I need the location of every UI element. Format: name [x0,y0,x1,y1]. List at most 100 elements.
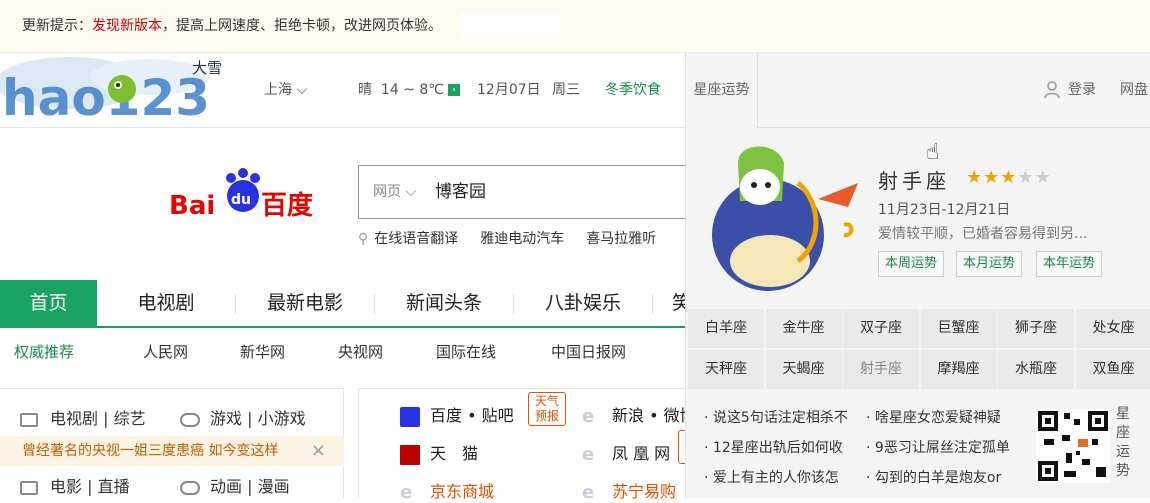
zodiac-sign-12[interactable]: 双鱼座 [1076,350,1150,389]
hao123-logo[interactable]: hao123 大雪 [0,53,240,125]
star-icon: ★ [983,167,1000,188]
star-icon: ★ [1035,167,1052,188]
week-fortune-button[interactable]: 本周运势 [878,251,944,277]
fortune-link-3[interactable]: · 爱上有主的人你该怎 [704,467,839,487]
fortune-link-2[interactable]: · 12星座出轨后如何收 [704,437,843,457]
zodiac-sign-9[interactable]: 射手座 [843,350,919,389]
shirt-icon [180,481,200,495]
winter-diet-link[interactable]: 冬季饮食 [605,53,661,127]
tab-gossip[interactable]: 八卦娱乐 [514,280,652,326]
qr-label: 星座运势 [1116,405,1136,481]
zodiac-sign-1[interactable]: 白羊座 [688,309,764,348]
zodiac-sign-7[interactable]: 天秤座 [688,350,764,389]
weather-widget[interactable]: 晴 14 ~ 8℃ › [358,53,460,127]
sagittarius-mascot [698,143,868,303]
list-item[interactable]: 电影 | 直播 [20,473,130,497]
notice-blank-box [460,13,560,39]
ie-icon: e [582,408,602,426]
site-sina[interactable]: e新浪 • 微博 [582,402,696,426]
search-type-selector[interactable]: 网页 ⌵ [373,166,416,218]
tab-tv[interactable]: 电视剧 [97,280,235,326]
fortune-link-5[interactable]: · 9恶习让屌丝注定孤单 [866,437,1010,457]
authority-label: 权威推荐 [14,330,74,374]
chevron-down-icon: ⌵ [296,82,307,98]
fortune-link-4[interactable]: · 啥星座女恋爱疑神疑 [866,407,1001,427]
hand-cursor-icon: ☝ [926,140,939,165]
fortune-link-1[interactable]: · 说这5句话注定相杀不 [704,407,848,427]
hot-search-3[interactable]: 喜马拉雅听 [586,231,656,247]
weather-temp: 14 ~ 8℃ [381,82,444,98]
auth-link-1[interactable]: 人民网 [143,330,188,374]
ie-icon: e [400,484,420,502]
zodiac-sign-10[interactable]: 摩羯座 [921,350,997,389]
svg-text:Bai: Bai [169,191,215,220]
date-label: 12月07日 [477,53,541,127]
snow-label: 大雪 [192,59,222,77]
auth-link-5[interactable]: 中国日报网 [551,330,626,374]
search-input[interactable]: 博客园 [435,166,486,218]
year-fortune-button[interactable]: 本年运势 [1036,251,1102,277]
weather-forecast-tag[interactable]: 天气预报 [528,392,566,426]
notice-prefix: 更新提示： [22,18,92,34]
search-icon: ⚲ [358,231,368,247]
zodiac-sign-2[interactable]: 金牛座 [766,309,842,348]
list-item[interactable]: 游戏 | 小游戏 [180,405,306,429]
netdisk-link[interactable]: 网盘 [1120,53,1148,127]
main-nav: 首页 电视剧 最新电影 新闻头条 八卦娱乐 笑 [0,280,690,328]
zodiac-desc[interactable]: 爱情较平顺，已婚者容易得到另... [878,223,1087,243]
ie-icon: e [582,446,602,464]
auth-link-3[interactable]: 央视网 [338,330,383,374]
list-item[interactable]: 电视剧 | 综艺 [20,405,146,429]
auth-link-2[interactable]: 新华网 [240,330,285,374]
zodiac-date: 11月23日-12月21日 [878,199,1010,219]
star-icon: ★ [1017,167,1034,188]
qr-code [1036,409,1110,483]
zodiac-panel: 星座运势 登录 网盘 射手座 ★★★★★ 11月23日-12月21日 爱情较平顺… [685,53,1150,498]
zodiac-sign-5[interactable]: 狮子座 [998,309,1074,348]
site-jd[interactable]: e京东商城 [400,478,494,502]
close-icon[interactable]: × [311,436,326,466]
site-baidu[interactable]: 百度 • 贴吧 [400,402,514,427]
zodiac-sign-6[interactable]: 处女座 [1076,309,1150,348]
fortune-link-6[interactable]: · 勾到的白羊是炮友or [866,467,1001,487]
zodiac-sign-8[interactable]: 天蝎座 [766,350,842,389]
tab-movies[interactable]: 最新电影 [236,280,374,326]
news-banner-text[interactable]: 曾经著名的央视一姐三度患癌 如今变这样 [22,443,278,459]
new-version-link[interactable]: 发现新版本 [92,18,162,34]
update-notice-bar: 更新提示：发现新版本，提高上网速度、拒绝卡顿，改进网页体验。 [0,0,1150,53]
hot-search-1[interactable]: 在线语音翻译 [374,231,458,247]
city-selector[interactable]: 上海 ⌵ [264,53,307,127]
news-banner[interactable]: 曾经著名的央视一姐三度患癌 如今变这样 × [0,436,344,466]
notice-suffix: ，提高上网速度、拒绝卡顿，改进网页体验。 [162,18,442,34]
tab-home[interactable]: 首页 [0,280,97,326]
baidu-logo[interactable]: Bai du 百度 [165,168,325,224]
hot-search-2[interactable]: 雅迪电动汽车 [480,231,564,247]
weather-condition: 晴 [358,82,372,98]
weather-arrow-icon[interactable]: › [448,84,460,96]
baidu-cn-text: 百度 [261,190,313,220]
zodiac-sign-11[interactable]: 水瓶座 [998,350,1074,389]
tab-zodiac[interactable]: 星座运势 [686,53,758,129]
zodiac-grid: 白羊座金牛座双子座巨蟹座狮子座处女座天秤座天蝎座射手座摩羯座水瓶座双鱼座 [686,309,1150,389]
hot-search-row: ⚲ 在线语音翻译 雅迪电动汽车 喜马拉雅听 [358,228,678,248]
month-fortune-button[interactable]: 本月运势 [956,251,1022,277]
authority-row: 权威推荐 人民网 新华网 央视网 国际在线 中国日报网 [0,330,690,374]
site-suning[interactable]: e苏宁易购 [582,478,676,502]
user-icon [1044,81,1060,99]
site-ifeng[interactable]: e凤 凰 网 [582,440,670,464]
zodiac-sign-3[interactable]: 双子座 [843,309,919,348]
ie-icon: e [582,484,602,502]
svg-text:du: du [231,192,251,208]
gamepad-icon [180,413,200,427]
login-button[interactable]: 登录 [1044,53,1096,127]
star-icon: ★ [966,167,983,188]
search-box[interactable]: 网页 ⌵ 博客园 [358,165,688,219]
star-icon: ★ [1000,167,1017,188]
zodiac-sign-4[interactable]: 巨蟹座 [921,309,997,348]
zodiac-rating: ★★★★★ [966,167,1052,188]
auth-link-4[interactable]: 国际在线 [436,330,496,374]
zodiac-name: 射手座 [878,165,950,194]
list-item[interactable]: 动画 | 漫画 [180,473,290,497]
tab-news[interactable]: 新闻头条 [375,280,513,326]
site-tmall[interactable]: 天 猫 [400,440,478,465]
